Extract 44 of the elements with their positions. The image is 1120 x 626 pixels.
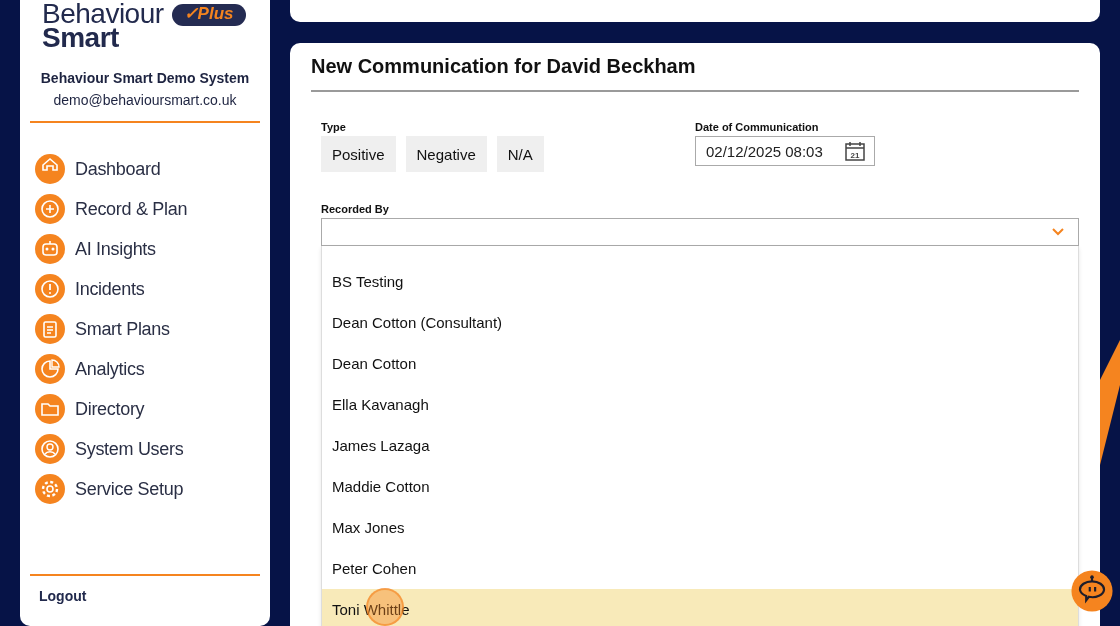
pie-icon bbox=[35, 354, 65, 384]
type-button[interactable]: Positive bbox=[321, 136, 396, 172]
type-button[interactable]: N/A bbox=[496, 136, 544, 172]
nav-item[interactable]: Dashboard bbox=[75, 158, 161, 180]
nav-item[interactable]: AI Insights bbox=[75, 238, 156, 260]
dropdown-option[interactable]: Dean Cotton (Consultant) bbox=[322, 302, 1078, 343]
gear-icon bbox=[35, 474, 65, 504]
logo-text: Smart bbox=[42, 26, 119, 50]
nav-item[interactable]: Incidents bbox=[75, 278, 145, 300]
calendar-icon: 21 bbox=[844, 140, 866, 162]
nav-item[interactable]: Directory bbox=[75, 398, 145, 420]
dropdown-option[interactable]: Maddie Cotton bbox=[322, 466, 1078, 507]
alert-icon bbox=[35, 274, 65, 304]
dropdown-option[interactable]: Peter Cohen bbox=[322, 548, 1078, 589]
dropdown-option[interactable]: James Lazaga bbox=[322, 425, 1078, 466]
account-email: demo@behavioursmart.co.uk bbox=[52, 92, 238, 108]
field-label: Recorded By bbox=[321, 203, 390, 215]
field-label: Date of Communication bbox=[695, 121, 820, 133]
chevron-down-icon bbox=[1052, 228, 1064, 236]
robot-icon bbox=[35, 234, 65, 264]
logout-link[interactable]: Logout bbox=[20, 576, 270, 626]
clipboard-icon bbox=[35, 314, 65, 344]
dropdown-option[interactable]: Max Jones bbox=[322, 507, 1078, 548]
nav-item[interactable]: Record & Plan bbox=[75, 198, 188, 220]
nav-item[interactable]: Analytics bbox=[75, 358, 145, 380]
dropdown-option[interactable]: Dean Cotton bbox=[322, 343, 1078, 384]
plus-icon bbox=[35, 194, 65, 224]
organisation-name: Behaviour Smart Demo System bbox=[39, 70, 251, 86]
user-icon bbox=[35, 434, 65, 464]
nav-item[interactable]: Service Setup bbox=[75, 478, 184, 500]
plus-badge: ✓Plus bbox=[171, 4, 246, 26]
dropdown-option[interactable]: Toni Whittle bbox=[322, 589, 1078, 626]
nav-item[interactable]: System Users bbox=[75, 438, 184, 460]
chatbot-icon[interactable] bbox=[1071, 570, 1113, 612]
dropdown-option[interactable]: BS Testing bbox=[322, 261, 1078, 302]
nav-item[interactable]: Smart Plans bbox=[75, 318, 170, 340]
dropdown-option[interactable]: Ella Kavanagh bbox=[322, 384, 1078, 425]
logo-text: Behaviour bbox=[42, 2, 164, 26]
home-icon bbox=[35, 154, 65, 184]
form-title: New Communication for David Beckham bbox=[311, 55, 1079, 92]
field-label: Type bbox=[321, 121, 347, 133]
folder-icon bbox=[35, 394, 65, 424]
type-button[interactable]: Negative bbox=[405, 136, 487, 172]
date-field[interactable]: 02/12/2025 08:03 21 bbox=[695, 136, 875, 166]
